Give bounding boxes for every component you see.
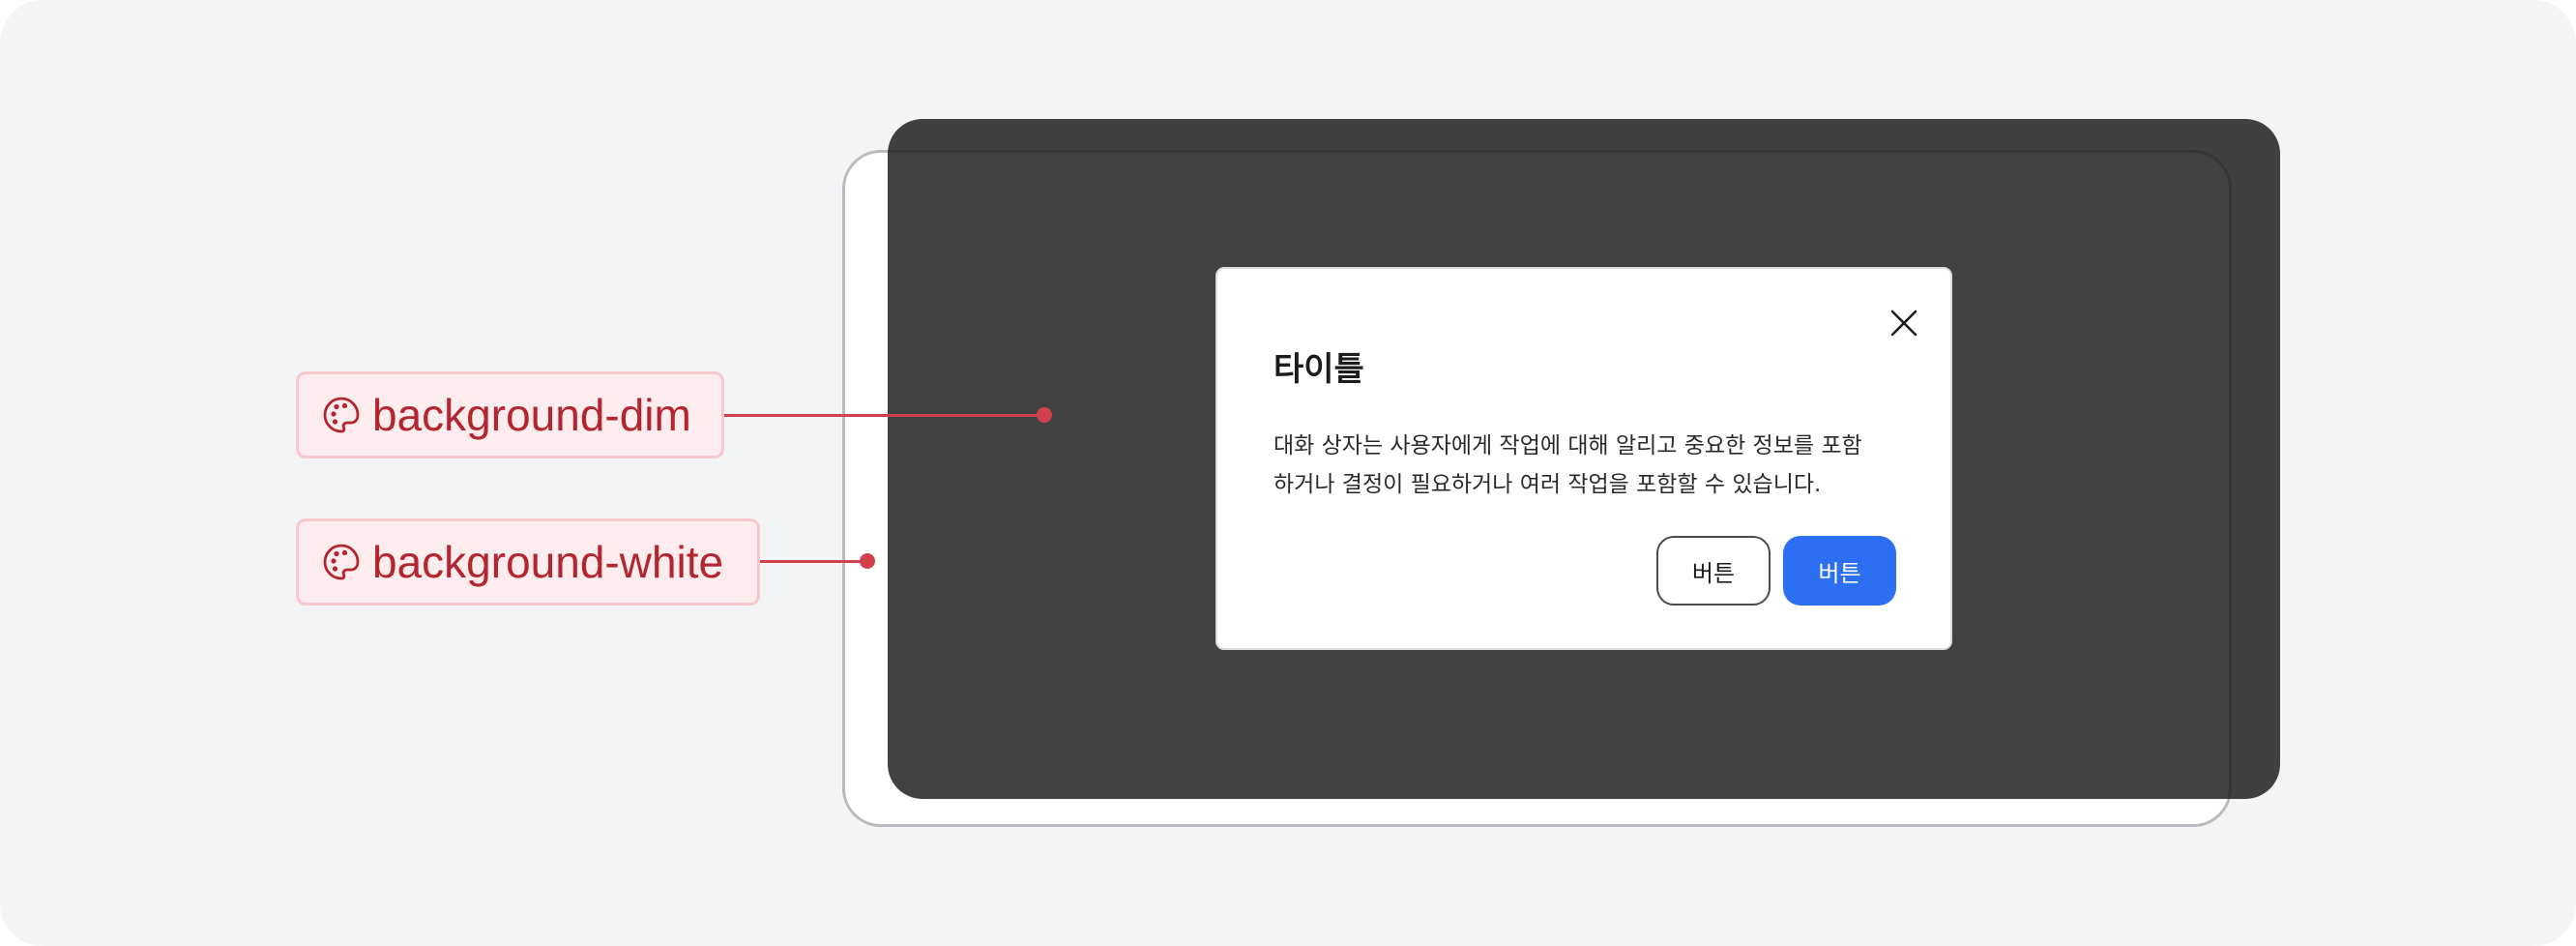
annotation-background-dim: background-dim [296, 371, 724, 458]
leader-line-dim [724, 414, 1045, 417]
annotation-label: background-dim [372, 390, 691, 440]
palette-icon [323, 397, 360, 433]
leader-dot-white [860, 553, 875, 569]
annotation-background-white: background-white [296, 518, 760, 606]
diagram-canvas: 타이틀 대화 상자는 사용자에게 작업에 대해 알리고 중요한 정보를 포함 하… [0, 0, 2576, 946]
dialog-body: 대화 상자는 사용자에게 작업에 대해 알리고 중요한 정보를 포함 하거나 결… [1273, 427, 1912, 504]
dialog-title: 타이틀 [1273, 350, 1364, 389]
dialog-body-line: 하거나 결정이 필요하거나 여러 작업을 포함할 수 있습니다. [1273, 472, 1822, 497]
secondary-button[interactable]: 버튼 [1656, 536, 1771, 606]
dialog: 타이틀 대화 상자는 사용자에게 작업에 대해 알리고 중요한 정보를 포함 하… [1215, 267, 1952, 650]
close-icon [1890, 310, 1917, 337]
leader-line-white [760, 560, 868, 563]
annotation-label: background-white [372, 537, 724, 587]
palette-icon [323, 544, 360, 580]
primary-button[interactable]: 버튼 [1783, 536, 1896, 606]
dialog-body-line: 대화 상자는 사용자에게 작업에 대해 알리고 중요한 정보를 포함 [1273, 433, 1862, 458]
close-button[interactable] [1885, 304, 1923, 342]
leader-dot-dim [1037, 407, 1052, 423]
